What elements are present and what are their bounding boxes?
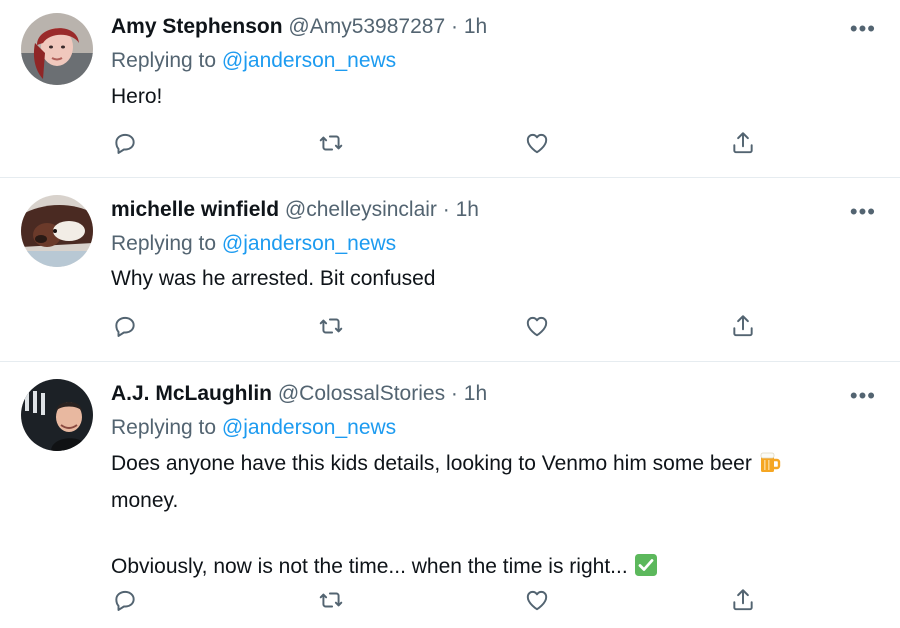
like-icon <box>526 133 548 154</box>
tweet-header: Amy Stephenson @Amy53987287 · 1h <box>111 13 487 41</box>
reply-icon <box>115 316 135 337</box>
share-icon <box>733 132 753 154</box>
retweet-button[interactable] <box>316 311 346 341</box>
retweet-button[interactable] <box>316 128 346 158</box>
separator: · <box>450 382 458 405</box>
replying-prefix: Replying to <box>111 416 222 439</box>
like-button[interactable] <box>522 585 552 615</box>
like-button[interactable] <box>522 128 552 158</box>
tweet-text: Why was he arrested. Bit confused <box>111 267 436 290</box>
tweet-text-line: Obviously, now is not the time... when t… <box>111 550 871 587</box>
replying-to: Replying to @janderson_news <box>111 47 396 75</box>
mention-link[interactable]: @janderson_news <box>222 49 396 72</box>
separator: · <box>450 15 458 38</box>
reply-button[interactable] <box>110 585 140 615</box>
replying-to: Replying to @janderson_news <box>111 230 396 258</box>
share-button[interactable] <box>728 585 758 615</box>
tweet-3[interactable]: A.J. McLaughlin @ColossalStories · 1h ••… <box>0 362 900 628</box>
user-handle[interactable]: @ColossalStories <box>278 382 445 405</box>
display-name[interactable]: A.J. McLaughlin <box>111 382 272 405</box>
like-button[interactable] <box>522 311 552 341</box>
like-icon <box>526 316 548 337</box>
tweet-text-part: Does anyone have this kids details, look… <box>111 452 758 475</box>
beer-mug-icon <box>758 450 782 484</box>
dog-photo-icon <box>21 195 93 267</box>
tweet-text: Does anyone have this kids details, look… <box>111 447 871 587</box>
tweet-text: Hero! <box>111 85 163 108</box>
like-icon <box>526 590 548 611</box>
user-photo-icon <box>21 379 93 451</box>
tweet-text-line: Does anyone have this kids details, look… <box>111 447 871 484</box>
more-options-icon[interactable]: ••• <box>850 18 876 40</box>
display-name[interactable]: Amy Stephenson <box>111 15 283 38</box>
more-options-icon[interactable]: ••• <box>850 201 876 223</box>
check-mark-icon <box>634 553 658 587</box>
timestamp[interactable]: 1h <box>464 15 487 38</box>
reply-icon <box>115 133 135 154</box>
more-options-icon[interactable]: ••• <box>850 385 876 407</box>
retweet-button[interactable] <box>316 585 346 615</box>
tweet-1[interactable]: Amy Stephenson @Amy53987287 · 1h ••• Rep… <box>0 0 900 176</box>
retweet-icon <box>319 135 343 151</box>
mention-link[interactable]: @janderson_news <box>222 416 396 439</box>
tweet-header: michelle winfield @chelleysinclair · 1h <box>111 196 479 224</box>
mention-link[interactable]: @janderson_news <box>222 232 396 255</box>
user-photo-icon <box>21 13 93 85</box>
tweet-text-line: money. <box>111 489 179 512</box>
reply-button[interactable] <box>110 311 140 341</box>
tweet-2[interactable]: michelle winfield @chelleysinclair · 1h … <box>0 178 900 360</box>
separator: · <box>442 198 450 221</box>
avatar[interactable] <box>21 13 93 85</box>
tweet-text-part: Obviously, now is not the time... when t… <box>111 555 634 578</box>
tweet-header: A.J. McLaughlin @ColossalStories · 1h <box>111 380 487 408</box>
timestamp[interactable]: 1h <box>456 198 479 221</box>
timestamp[interactable]: 1h <box>464 382 487 405</box>
share-button[interactable] <box>728 311 758 341</box>
reply-button[interactable] <box>110 128 140 158</box>
reply-icon <box>115 590 135 611</box>
share-icon <box>733 589 753 611</box>
display-name[interactable]: michelle winfield <box>111 198 279 221</box>
share-icon <box>733 315 753 337</box>
share-button[interactable] <box>728 128 758 158</box>
replying-prefix: Replying to <box>111 49 222 72</box>
user-handle[interactable]: @chelleysinclair <box>285 198 437 221</box>
avatar[interactable] <box>21 379 93 451</box>
replying-prefix: Replying to <box>111 232 222 255</box>
user-handle[interactable]: @Amy53987287 <box>288 15 445 38</box>
replying-to: Replying to @janderson_news <box>111 414 396 442</box>
retweet-icon <box>319 592 343 608</box>
avatar[interactable] <box>21 195 93 267</box>
retweet-icon <box>319 318 343 334</box>
